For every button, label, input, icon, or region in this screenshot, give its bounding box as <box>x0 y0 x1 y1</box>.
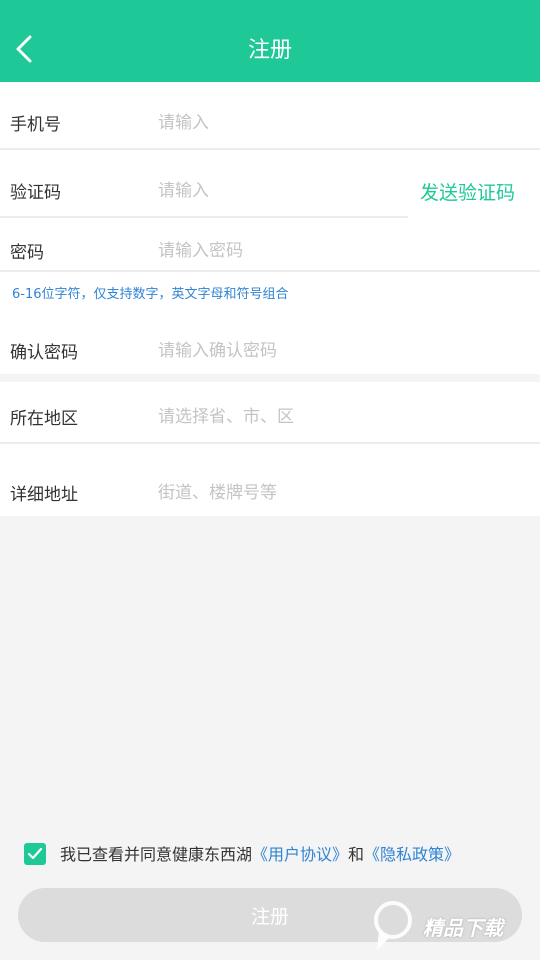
confirm-password-input[interactable] <box>158 338 388 364</box>
divider <box>0 216 408 218</box>
divider <box>0 148 540 150</box>
agreement-row: 我已查看并同意健康东西湖《用户协议》和《隐私政策》 <box>0 840 540 870</box>
confirm-password-label: 确认密码 <box>10 343 78 363</box>
password-input[interactable] <box>158 238 388 264</box>
region-select[interactable] <box>158 404 388 430</box>
code-input[interactable] <box>158 178 388 204</box>
watermark-logo-icon <box>374 901 412 950</box>
phone-label: 手机号 <box>10 115 61 135</box>
address-input[interactable] <box>158 480 388 506</box>
agreement-and: 和 <box>348 845 365 864</box>
watermark-text: 精品下载 <box>423 916 503 940</box>
phone-input[interactable] <box>158 110 388 136</box>
watermark: 精品下载 <box>373 898 533 954</box>
section-separator <box>0 374 540 382</box>
divider <box>0 270 540 272</box>
app-header: 注册 <box>0 0 540 82</box>
send-code-button[interactable]: 发送验证码 <box>420 181 515 205</box>
privacy-policy-link[interactable]: 《隐私政策》 <box>364 845 460 864</box>
password-hint: 6-16位字符，仅支持数字，英文字母和符号组合 <box>12 287 289 302</box>
code-label: 验证码 <box>10 183 61 203</box>
agree-checkbox[interactable] <box>24 843 46 865</box>
user-agreement-link[interactable]: 《用户协议》 <box>252 845 348 864</box>
check-icon <box>27 847 43 860</box>
agreement-text: 我已查看并同意健康东西湖《用户协议》和《隐私政策》 <box>60 844 460 866</box>
page-title: 注册 <box>247 38 292 63</box>
divider <box>0 442 540 444</box>
agreement-prefix: 我已查看并同意健康东西湖 <box>60 845 253 864</box>
region-label: 所在地区 <box>10 409 78 429</box>
password-label: 密码 <box>10 243 44 263</box>
address-label: 详细地址 <box>10 485 78 505</box>
